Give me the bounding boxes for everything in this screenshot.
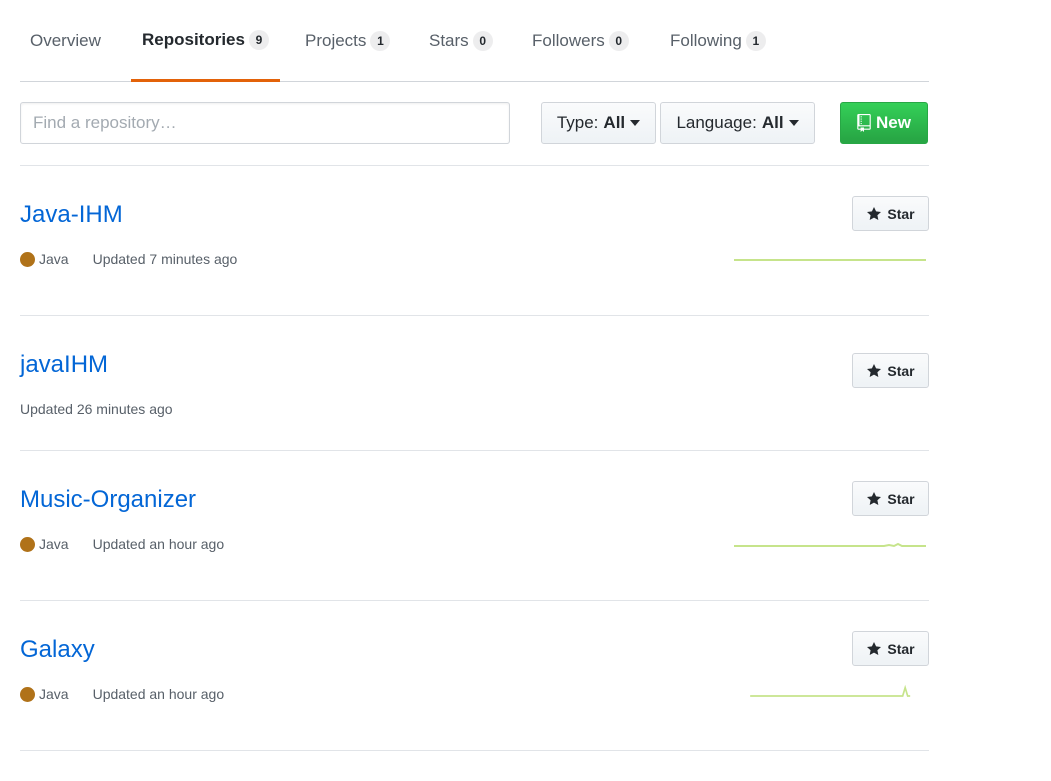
repo-icon [857, 114, 871, 132]
activity-sparkline [734, 259, 926, 261]
tab-followers[interactable]: Followers 0 [532, 0, 629, 82]
repo-language: Java [39, 251, 69, 267]
star-label: Star [887, 362, 915, 379]
language-filter-prefix: Language: [676, 113, 757, 132]
repo-updated: Updated an hour ago [92, 536, 225, 552]
star-icon [867, 363, 882, 377]
star-icon [867, 206, 882, 220]
language-color-dot [20, 686, 35, 702]
new-repo-label: New [876, 113, 911, 132]
repo-list-item: Galaxy Java Updated an hour ago Star [20, 601, 929, 751]
star-button[interactable]: Star [852, 481, 929, 516]
language-color-dot [20, 251, 35, 267]
repo-name-link[interactable]: Music-Organizer [20, 486, 196, 514]
star-button[interactable]: Star [852, 196, 929, 231]
profile-tabs: Overview Repositories 9 Projects 1 Stars… [20, 0, 929, 82]
type-filter-prefix: Type: [556, 113, 599, 132]
repo-updated: Updated 26 minutes ago [20, 401, 173, 417]
language-filter-value: All [761, 113, 784, 132]
star-label: Star [887, 205, 915, 222]
repo-name-link[interactable]: javaIHM [20, 351, 108, 379]
caret-down-icon [630, 120, 641, 126]
language-color-dot [20, 536, 35, 552]
star-icon [867, 641, 882, 655]
repo-updated: Updated an hour ago [92, 686, 225, 702]
tab-overview-label: Overview [30, 31, 101, 50]
repo-list-item: Java-IHM Java Updated 7 minutes ago Star [20, 166, 929, 316]
tab-projects-count: 1 [370, 31, 391, 51]
tab-followers-count: 0 [608, 31, 629, 51]
activity-sparkline [750, 684, 911, 697]
tab-repositories-count: 9 [248, 29, 269, 50]
repo-list-item: Music-Organizer Java Updated an hour ago… [20, 451, 929, 601]
repo-name-link[interactable]: Java-IHM [20, 201, 123, 229]
repo-updated: Updated 7 minutes ago [92, 251, 238, 267]
tab-repositories-label: Repositories [142, 29, 245, 49]
tab-overview[interactable]: Overview [30, 0, 101, 82]
language-filter-button[interactable]: Language: All [660, 102, 815, 144]
repo-search-input[interactable] [20, 102, 510, 144]
repo-language: Java [39, 536, 69, 552]
star-icon [867, 491, 882, 505]
tab-stars-count: 0 [472, 31, 493, 51]
repo-meta: Updated 26 minutes ago [20, 401, 173, 417]
type-filter-button[interactable]: Type: All [541, 102, 656, 144]
repo-meta: Java Updated 7 minutes ago [20, 251, 237, 267]
star-button[interactable]: Star [852, 353, 929, 388]
tab-followers-label: Followers [532, 31, 605, 50]
tab-following[interactable]: Following 1 [670, 0, 766, 82]
repo-filter-bar: Type: All Language: All New [20, 82, 929, 166]
tab-stars-label: Stars [429, 31, 469, 50]
tab-projects-label: Projects [305, 31, 367, 50]
tab-following-label: Following [670, 31, 742, 50]
star-label: Star [887, 640, 915, 657]
activity-sparkline [734, 542, 926, 548]
repo-name-link[interactable]: Galaxy [20, 636, 95, 664]
new-repo-button[interactable]: New [840, 102, 928, 144]
tab-stars[interactable]: Stars 0 [429, 0, 493, 82]
repo-meta: Java Updated an hour ago [20, 686, 224, 702]
caret-down-icon [788, 120, 799, 126]
repo-meta: Java Updated an hour ago [20, 536, 224, 552]
star-label: Star [887, 490, 915, 507]
profile-content: Overview Repositories 9 Projects 1 Stars… [20, 0, 929, 751]
type-filter-value: All [603, 113, 626, 132]
tab-repositories[interactable]: Repositories 9 [131, 0, 280, 82]
tab-projects[interactable]: Projects 1 [305, 0, 391, 82]
repo-language: Java [39, 686, 69, 702]
star-button[interactable]: Star [852, 631, 929, 666]
tab-following-count: 1 [745, 31, 766, 51]
repo-list-item: javaIHM Updated 26 minutes ago Star [20, 316, 929, 451]
